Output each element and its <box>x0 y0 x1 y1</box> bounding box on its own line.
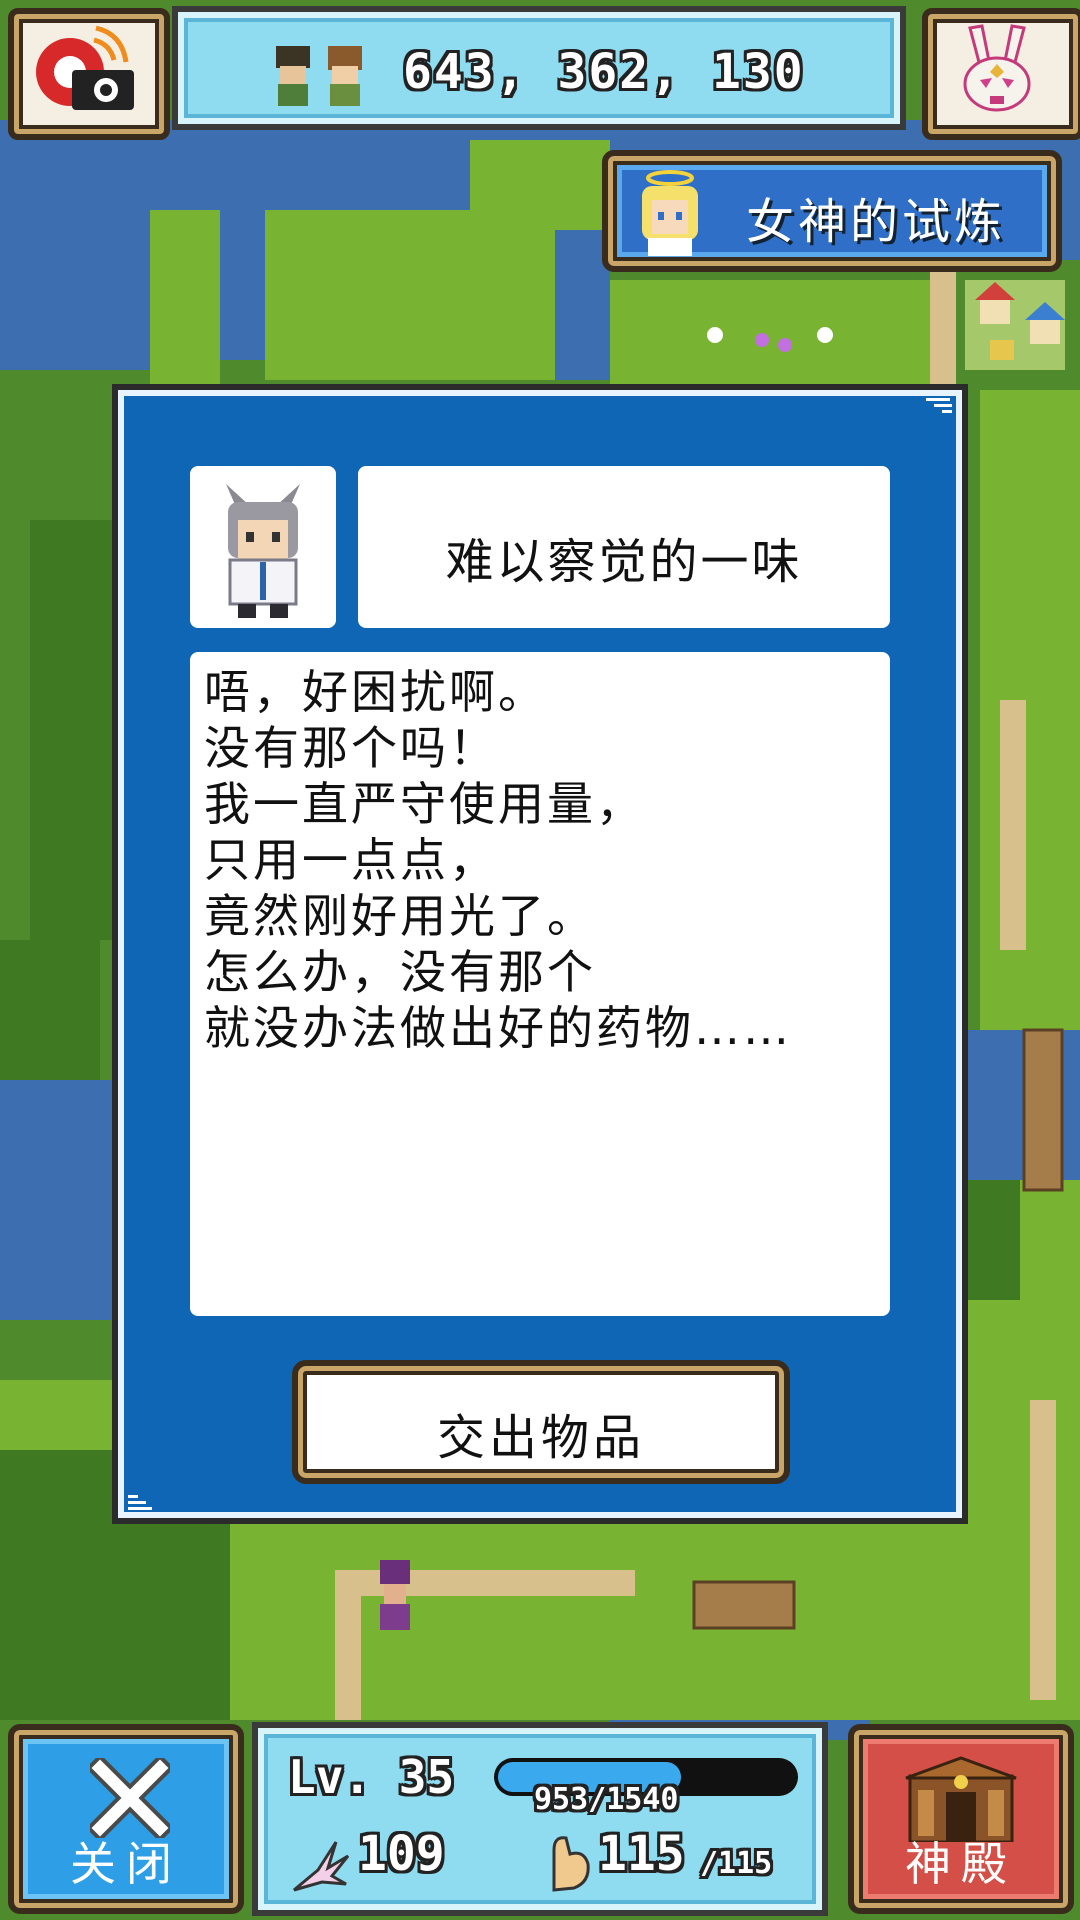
hp-max-value: /115 <box>700 1846 773 1881</box>
close-icon <box>90 1758 170 1838</box>
message-line: 唔，好困扰啊。 <box>204 665 547 719</box>
shrine-label: 神殿 <box>905 1837 1017 1891</box>
npc-portrait <box>190 466 336 628</box>
message-line: 只用一点点， <box>204 833 498 887</box>
message-line: 就没办法做出好的药物…… <box>204 1001 792 1055</box>
message-line: 怎么办，没有那个 <box>204 945 596 999</box>
party-members-icon <box>276 46 362 106</box>
shrine-button[interactable]: 神殿 <box>848 1724 1074 1914</box>
rabbit-mask-button[interactable] <box>922 8 1080 140</box>
cat-eared-scientist-portrait <box>226 484 300 618</box>
message-lines: 唔，好困扰啊。 没有那个吗！ 我一直严守使用量， 只用一点点， 竟然刚好用光了。… <box>204 664 792 1056</box>
attack-value: 109 <box>358 1826 445 1882</box>
message-line: 我一直严守使用量， <box>204 777 645 831</box>
claw-attack-icon <box>293 1841 350 1892</box>
coordinates-panel: 643, 362, 130 <box>172 6 906 130</box>
dialog-corner-ornament <box>128 1495 152 1510</box>
npc-dialog: 难以察觉的一味 唔，好困扰啊。 没有那个吗！ 我一直严守使用量， 只用一点点， … <box>112 384 968 1524</box>
hand-over-item-label: 交出物品 <box>436 1410 645 1466</box>
quest-label: 女神的试炼 <box>746 194 1007 250</box>
rabbit-mask-icon <box>963 24 1031 112</box>
message-line: 竟然刚好用光了。 <box>204 889 596 943</box>
muscle-arm-icon <box>552 1836 590 1892</box>
camera-icon <box>36 25 134 110</box>
npc-title-box: 难以察觉的一味 <box>358 466 890 628</box>
quest-goddess-trial-button[interactable]: 女神的试炼 <box>602 150 1062 272</box>
close-label: 关闭 <box>70 1837 182 1891</box>
hp-value: 115 <box>598 1826 685 1882</box>
message-box: 唔，好困扰啊。 没有那个吗！ 我一直严守使用量， 只用一点点， 竟然刚好用光了。… <box>190 652 890 1316</box>
goddess-portrait-icon <box>642 170 698 256</box>
exp-text: 953/1540 <box>534 1782 679 1817</box>
village-icon[interactable] <box>965 280 1065 370</box>
hand-over-item-button[interactable]: 交出物品 <box>292 1360 790 1484</box>
player-character-icon[interactable] <box>380 1560 410 1630</box>
coordinates-text: 643, 362, 130 <box>403 44 805 100</box>
level-text: Lv. 35 <box>288 1750 455 1804</box>
player-status-panel: Lv. 35 953/1540 109 115 /115 <box>252 1722 828 1916</box>
dialog-title: 难以察觉的一味 <box>445 534 803 590</box>
camera-button[interactable] <box>8 8 170 140</box>
close-button[interactable]: 关闭 <box>8 1724 244 1914</box>
message-line: 没有那个吗！ <box>204 721 498 775</box>
dialog-corner-ornament <box>926 398 952 413</box>
